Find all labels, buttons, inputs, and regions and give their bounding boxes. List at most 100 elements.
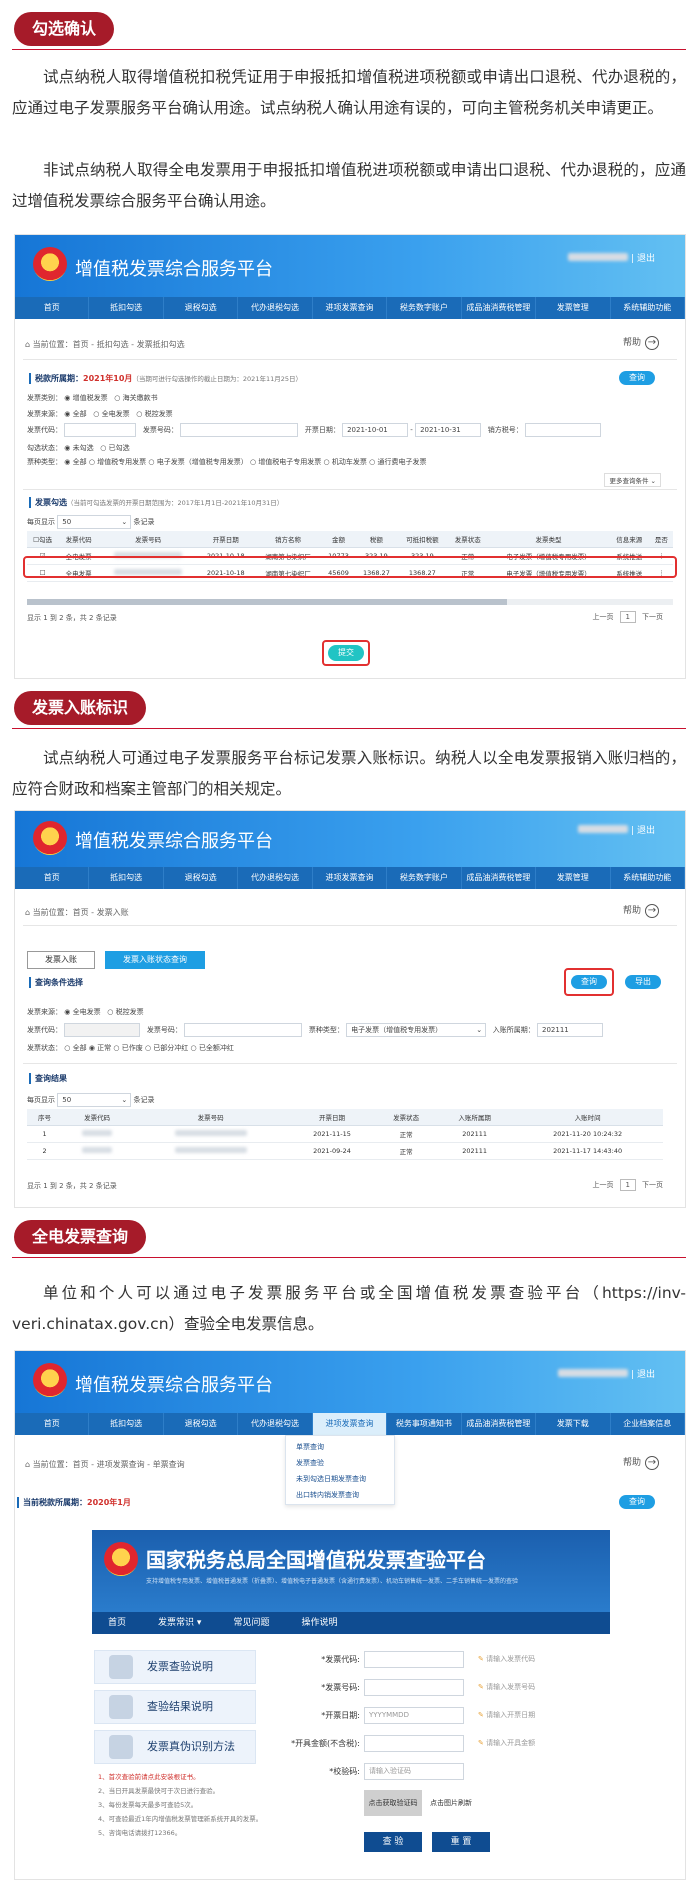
- col-header: 入账时间: [512, 1109, 663, 1126]
- date-from-input[interactable]: 2021-10-01: [342, 423, 409, 437]
- col-header: 是否: [649, 531, 673, 548]
- more-filters-toggle[interactable]: 更多查询条件 ⌄: [604, 473, 661, 487]
- nav-item[interactable]: 退税勾选: [164, 297, 239, 319]
- reset-button[interactable]: 重 置: [432, 1832, 490, 1852]
- seller-tax-id-input[interactable]: [524, 423, 601, 437]
- export-button[interactable]: 导出: [625, 975, 661, 989]
- per-page-select[interactable]: 50 ⌄: [57, 1093, 132, 1107]
- note-item[interactable]: 1、首次查验前请点此安装根证书。: [98, 1770, 262, 1784]
- invoice-number-input[interactable]: [180, 423, 299, 437]
- help-link[interactable]: 帮助 →: [623, 335, 659, 350]
- tab-invoice-entry[interactable]: 发票入账: [27, 951, 95, 969]
- tab-entry-status-query[interactable]: 发票入账状态查询: [105, 951, 205, 969]
- nav-item[interactable]: 税务数字账户: [387, 867, 462, 889]
- nav-item[interactable]: 首页: [15, 867, 90, 889]
- nav-item[interactable]: 抵扣勾选: [89, 867, 164, 889]
- page-number[interactable]: 1: [619, 1179, 636, 1191]
- period-section: 税款所属期：2021年10月（当期可进行勾选操作的截止日期为：2021年11月2…: [29, 373, 302, 384]
- ticket-kind-select[interactable]: 电子发票（增值税专用发票） ⌄: [346, 1023, 487, 1037]
- invoice-code-input[interactable]: [64, 423, 137, 437]
- verify-invoice-number-input[interactable]: [364, 1679, 464, 1696]
- nav-item[interactable]: 发票管理: [536, 867, 611, 889]
- nav-item[interactable]: 系统辅助功能: [611, 867, 685, 889]
- menu-item[interactable]: 发票查验: [296, 1455, 384, 1471]
- table-row[interactable]: 1 2021-11-15 正常 202111 2021-11-20 10:24:…: [27, 1125, 663, 1143]
- nav-item[interactable]: 发票管理: [536, 297, 611, 319]
- check-button[interactable]: 查 验: [364, 1832, 422, 1852]
- nav-item[interactable]: 进项发票查询: [313, 297, 388, 319]
- nav-item[interactable]: 退税勾选: [164, 867, 239, 889]
- verify-nav-item[interactable]: 常见问题: [217, 1612, 285, 1634]
- logout-link[interactable]: 退出: [637, 826, 655, 836]
- page-number[interactable]: 1: [619, 611, 636, 623]
- invoice-list-title: 发票勾选（当前可勾选发票的开票日期范围为：2017年1月1日-2021年10月3…: [29, 497, 283, 508]
- nav-item[interactable]: 退税勾选: [164, 1413, 239, 1435]
- nav-item[interactable]: 代办退税勾选: [238, 297, 313, 319]
- prev-page[interactable]: 上一页: [593, 613, 614, 621]
- nav-item[interactable]: 成品油消费税管理: [462, 297, 537, 319]
- platform-screenshot-check: 增值税发票综合服务平台 | 退出 首页 抵扣勾选 退税勾选 代办退税勾选 进项发…: [14, 234, 686, 679]
- menu-item[interactable]: 单票查询: [296, 1439, 384, 1455]
- dropdown-menu: 单票查询 发票查验 未到勾选日期发票查询 出口转内销发票查询: [285, 1435, 395, 1505]
- query-button[interactable]: 查询: [619, 371, 655, 385]
- prev-page[interactable]: 上一页: [593, 1181, 614, 1189]
- platform-title: 增值税发票综合服务平台: [75, 831, 273, 852]
- section-title: 发票入账标识: [14, 691, 147, 725]
- nav-item[interactable]: 抵扣勾选: [89, 297, 164, 319]
- menu-item[interactable]: 未到勾选日期发票查询: [296, 1471, 384, 1487]
- period-input[interactable]: 202111: [537, 1023, 603, 1037]
- captcha-refresh-hint[interactable]: 点击图片刷新: [430, 1798, 472, 1808]
- nav-item[interactable]: 税务数字账户: [387, 297, 462, 319]
- captcha-image-button[interactable]: 点击获取验证码: [364, 1790, 422, 1816]
- logout-link[interactable]: 退出: [637, 254, 655, 264]
- nav-item[interactable]: 代办退税勾选: [238, 1413, 313, 1435]
- filter-invoice-type: 发票类别： ◉ 增值税发票 ○ 海关缴款书: [27, 394, 158, 402]
- nav-item[interactable]: 发票下载: [536, 1413, 611, 1435]
- nav-item[interactable]: 进项发票查询: [313, 867, 388, 889]
- date-to-input[interactable]: 2021-10-31: [415, 423, 482, 437]
- nav-item[interactable]: 首页: [15, 1413, 90, 1435]
- section-header-1: 勾选确认: [12, 10, 686, 50]
- platform-title: 增值税发票综合服务平台: [75, 1375, 273, 1396]
- verify-nav-item[interactable]: 发票常识 ▾: [142, 1612, 217, 1634]
- label-issue-date: *开票日期:: [321, 1711, 360, 1720]
- logout-link[interactable]: 退出: [637, 1370, 655, 1380]
- nav-item[interactable]: 企业档案信息: [611, 1413, 685, 1435]
- nav-item[interactable]: 系统辅助功能: [611, 297, 685, 319]
- invoice-number-input[interactable]: [184, 1023, 303, 1037]
- side-link-authenticity[interactable]: 发票真伪识别方法: [94, 1730, 256, 1764]
- side-link-verify-guide[interactable]: 发票查验说明: [94, 1650, 256, 1684]
- next-page[interactable]: 下一页: [642, 613, 663, 621]
- menu-item[interactable]: 出口转内销发票查询: [296, 1487, 384, 1503]
- horizontal-scrollbar[interactable]: [27, 599, 673, 605]
- invoice-code-input[interactable]: [64, 1023, 141, 1037]
- label-amount: *开具金额(不含税):: [291, 1739, 360, 1748]
- user-info: | 退出: [568, 251, 655, 264]
- help-link[interactable]: 帮助 →: [623, 903, 659, 918]
- radio-selected[interactable]: ◉: [64, 394, 70, 402]
- verify-amount-input[interactable]: [364, 1735, 464, 1752]
- nav-item[interactable]: 抵扣勾选: [89, 1413, 164, 1435]
- verify-nav-item[interactable]: 首页: [92, 1612, 142, 1634]
- query-button[interactable]: 查询: [619, 1495, 655, 1509]
- verify-invoice-code-input[interactable]: [364, 1651, 464, 1668]
- section-header-3: 全电发票查询: [12, 1218, 686, 1258]
- nav-item[interactable]: 税务事项通知书: [387, 1413, 462, 1435]
- help-link[interactable]: 帮助 →: [623, 1455, 659, 1470]
- document-search-icon: [109, 1655, 133, 1679]
- nav-item[interactable]: 成品油消费税管理: [462, 1413, 537, 1435]
- nav-item[interactable]: 代办退税勾选: [238, 867, 313, 889]
- filter-row-codes: 发票代码： 发票号码： 票种类型： 电子发票（增值税专用发票） ⌄ 入账所属期： …: [27, 1023, 673, 1037]
- table-row[interactable]: 2 2021-09-24 正常 202111 2021-11-17 14:43:…: [27, 1142, 663, 1160]
- verify-nav-item[interactable]: 操作说明: [285, 1612, 353, 1634]
- nav-item[interactable]: 成品油消费税管理: [462, 867, 537, 889]
- next-page[interactable]: 下一页: [642, 1181, 663, 1189]
- col-header[interactable]: ☐勾选: [27, 531, 59, 548]
- verify-captcha-input[interactable]: 请输入验证码: [364, 1763, 464, 1780]
- verify-issue-date-input[interactable]: YYYYMMDD: [364, 1707, 464, 1724]
- col-header: 开票日期: [197, 531, 255, 548]
- side-link-result-guide[interactable]: 查验结果说明: [94, 1690, 256, 1724]
- per-page-select[interactable]: 50 ⌄: [57, 515, 132, 529]
- nav-item[interactable]: 首页: [15, 297, 90, 319]
- nav-item-active[interactable]: 进项发票查询: [312, 1413, 388, 1435]
